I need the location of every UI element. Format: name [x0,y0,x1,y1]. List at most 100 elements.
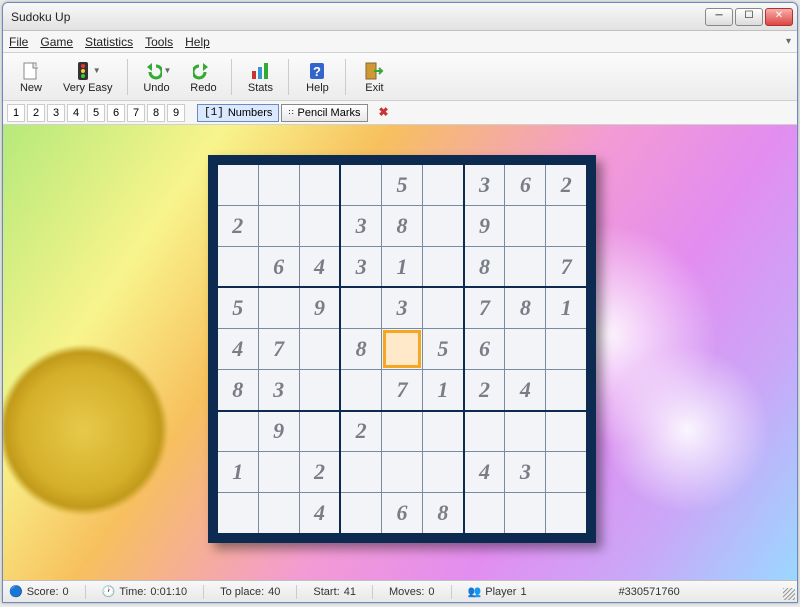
numpad-5[interactable]: 5 [87,104,105,122]
cell-3-3[interactable] [340,287,381,328]
cell-7-1[interactable] [258,452,299,493]
cell-7-4[interactable] [381,452,422,493]
cell-1-5[interactable] [423,205,464,246]
cell-6-1[interactable]: 9 [258,411,299,452]
cell-3-8[interactable]: 1 [546,287,587,328]
cell-0-5[interactable] [423,164,464,205]
numpad-3[interactable]: 3 [47,104,65,122]
cell-5-7[interactable]: 4 [505,370,546,411]
cell-7-7[interactable]: 3 [505,452,546,493]
cell-1-4[interactable]: 8 [381,205,422,246]
cell-2-2[interactable]: 4 [299,246,340,287]
cell-7-3[interactable] [340,452,381,493]
cell-1-6[interactable]: 9 [464,205,505,246]
cell-1-2[interactable] [299,205,340,246]
menu-game[interactable]: Game [40,35,73,49]
cell-2-0[interactable] [217,246,258,287]
cell-7-2[interactable]: 2 [299,452,340,493]
numpad-2[interactable]: 2 [27,104,45,122]
cell-6-8[interactable] [546,411,587,452]
cell-0-1[interactable] [258,164,299,205]
mode-numbers-button[interactable]: [1]Numbers [197,104,279,122]
cell-6-2[interactable] [299,411,340,452]
cell-5-6[interactable]: 2 [464,370,505,411]
cell-5-0[interactable]: 8 [217,370,258,411]
cell-2-8[interactable]: 7 [546,246,587,287]
cell-0-3[interactable] [340,164,381,205]
cell-5-3[interactable] [340,370,381,411]
cell-7-0[interactable]: 1 [217,452,258,493]
cell-2-4[interactable]: 1 [381,246,422,287]
help-button[interactable]: ?Help [295,58,339,96]
cell-8-3[interactable] [340,493,381,534]
cell-0-4[interactable]: 5 [381,164,422,205]
cell-6-6[interactable] [464,411,505,452]
cell-1-1[interactable] [258,205,299,246]
cell-2-5[interactable] [423,246,464,287]
numpad-1[interactable]: 1 [7,104,25,122]
numpad-4[interactable]: 4 [67,104,85,122]
cell-4-4[interactable] [381,328,422,369]
cell-3-4[interactable]: 3 [381,287,422,328]
maximize-button[interactable]: ☐ [735,8,763,26]
cell-5-4[interactable]: 7 [381,370,422,411]
cell-2-7[interactable] [505,246,546,287]
cell-3-0[interactable]: 5 [217,287,258,328]
menu-help[interactable]: Help [185,35,210,49]
cell-8-6[interactable] [464,493,505,534]
cell-3-7[interactable]: 8 [505,287,546,328]
numpad-6[interactable]: 6 [107,104,125,122]
cell-3-5[interactable] [423,287,464,328]
mode-pencil-button[interactable]: ∷Pencil Marks [281,104,367,122]
undo-button[interactable]: ▼Undo [134,58,180,96]
cell-4-0[interactable]: 4 [217,328,258,369]
cell-1-3[interactable]: 3 [340,205,381,246]
cell-2-6[interactable]: 8 [464,246,505,287]
resize-grip-icon[interactable] [783,588,795,600]
cell-4-2[interactable] [299,328,340,369]
cell-8-8[interactable] [546,493,587,534]
cell-0-2[interactable] [299,164,340,205]
stats-button[interactable]: Stats [238,58,282,96]
close-button[interactable]: ✕ [765,8,793,26]
menu-tools[interactable]: Tools [145,35,173,49]
cell-4-6[interactable]: 6 [464,328,505,369]
cell-1-0[interactable]: 2 [217,205,258,246]
cell-8-2[interactable]: 4 [299,493,340,534]
cell-6-4[interactable] [381,411,422,452]
cell-4-7[interactable] [505,328,546,369]
redo-button[interactable]: Redo [181,58,225,96]
cell-4-1[interactable]: 7 [258,328,299,369]
cell-6-5[interactable] [423,411,464,452]
menu-file[interactable]: File [9,35,28,49]
cell-3-6[interactable]: 7 [464,287,505,328]
cell-5-2[interactable] [299,370,340,411]
cell-6-0[interactable] [217,411,258,452]
cell-4-8[interactable] [546,328,587,369]
cell-5-5[interactable]: 1 [423,370,464,411]
cell-7-6[interactable]: 4 [464,452,505,493]
cell-8-7[interactable] [505,493,546,534]
cell-6-7[interactable] [505,411,546,452]
cell-7-5[interactable] [423,452,464,493]
cell-5-1[interactable]: 3 [258,370,299,411]
cell-8-5[interactable]: 8 [423,493,464,534]
exit-button[interactable]: Exit [352,58,396,96]
numpad-9[interactable]: 9 [167,104,185,122]
cell-0-7[interactable]: 6 [505,164,546,205]
numpad-8[interactable]: 8 [147,104,165,122]
cell-5-8[interactable] [546,370,587,411]
cell-4-3[interactable]: 8 [340,328,381,369]
menubar-overflow-icon[interactable]: ▾ [786,36,791,47]
cell-8-4[interactable]: 6 [381,493,422,534]
cell-4-5[interactable]: 5 [423,328,464,369]
cell-8-1[interactable] [258,493,299,534]
menu-statistics[interactable]: Statistics [85,35,133,49]
cell-7-8[interactable] [546,452,587,493]
cell-0-6[interactable]: 3 [464,164,505,205]
cell-6-3[interactable]: 2 [340,411,381,452]
cell-3-1[interactable] [258,287,299,328]
cell-3-2[interactable]: 9 [299,287,340,328]
numbar-close-icon[interactable]: ✖ [376,105,392,121]
cell-1-7[interactable] [505,205,546,246]
